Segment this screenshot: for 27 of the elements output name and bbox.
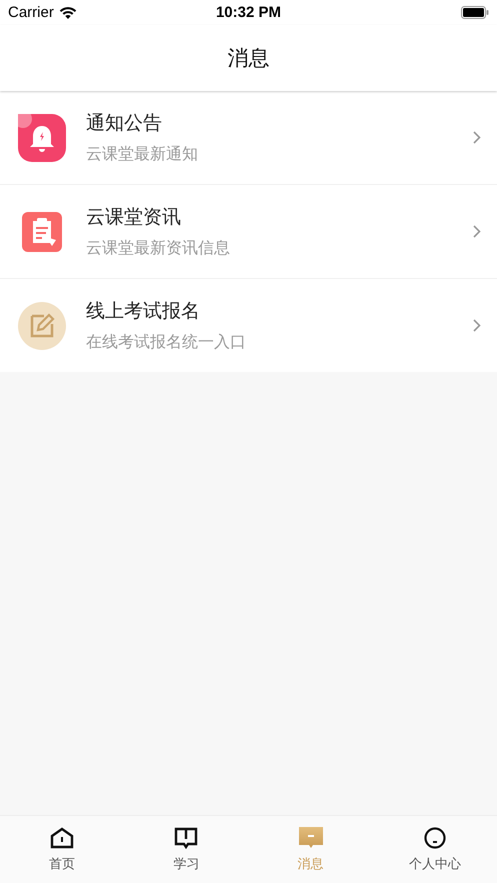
message-subtitle: 云课堂最新资讯信息 — [86, 238, 231, 259]
tab[interactable]: 首页 — [0, 816, 124, 883]
message-subtitle: 云课堂最新通知 — [86, 144, 199, 165]
wifi-icon — [58, 6, 77, 19]
message-title: 云课堂资讯 — [86, 205, 182, 230]
carrier-text: Carrier — [8, 4, 54, 21]
clipboard-icon — [22, 212, 62, 252]
status-time: 10:32 PM — [216, 4, 282, 21]
page-title: 消息 — [228, 45, 270, 72]
home-icon — [50, 826, 74, 848]
person-icon — [422, 826, 447, 848]
bell-icon — [18, 114, 66, 162]
edit-icon — [18, 302, 66, 350]
message-icon — [298, 826, 323, 848]
tab[interactable]: 个人中心 — [372, 816, 497, 883]
message-row[interactable]: 云课堂资讯 云课堂最新资讯信息 — [0, 185, 497, 279]
message-title: 通知公告 — [86, 111, 163, 136]
message-title: 线上考试报名 — [86, 299, 201, 324]
chevron-icon — [473, 319, 481, 332]
chevron-icon — [473, 131, 481, 144]
battery-icon — [461, 6, 489, 19]
chevron-icon — [473, 225, 481, 238]
message-subtitle: 在线考试报名统一入口 — [86, 332, 247, 353]
message-row[interactable]: 线上考试报名 在线考试报名统一入口 — [0, 279, 497, 372]
message-row[interactable]: 通知公告 云课堂最新通知 — [0, 91, 497, 185]
tab[interactable]: 学习 — [124, 816, 248, 883]
book-icon — [174, 826, 198, 848]
